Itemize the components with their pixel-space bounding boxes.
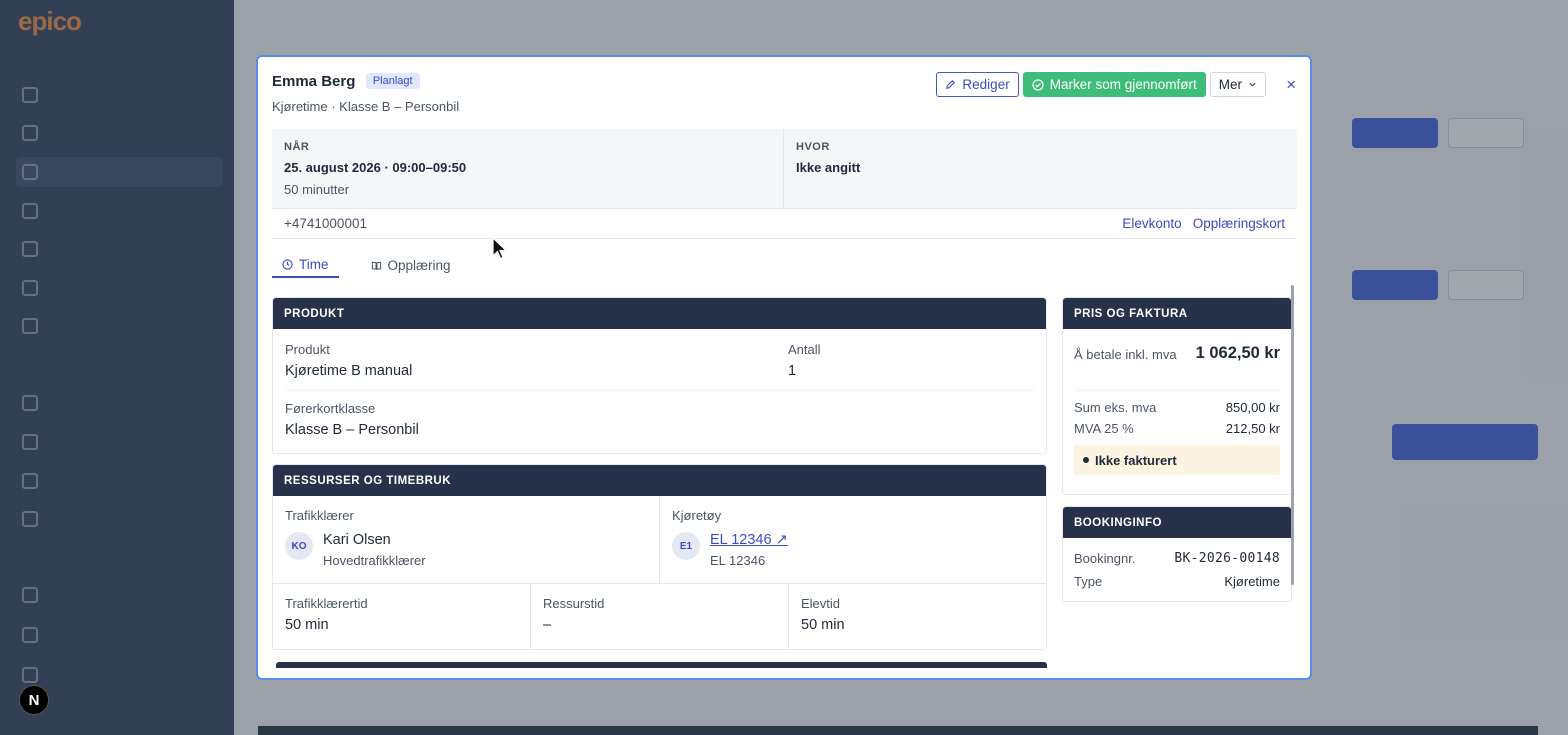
status-badge: Planlagt bbox=[365, 73, 420, 89]
instructor-name: Kari Olsen bbox=[323, 532, 391, 548]
student-account-link[interactable]: Elevkonto bbox=[1122, 216, 1181, 231]
license-class-label: Førerkortklasse bbox=[285, 401, 376, 416]
vehicle-label: Kjøretøy bbox=[672, 508, 722, 523]
resource-time-cell: Ressurstid – bbox=[531, 584, 789, 650]
total-value: 1 062,50 kr bbox=[1195, 344, 1280, 362]
status-dot-icon bbox=[1083, 457, 1089, 463]
divider bbox=[285, 390, 1035, 391]
booking-info-panel-header: BOOKINGINFO bbox=[1063, 507, 1291, 538]
avatar: KO bbox=[285, 532, 313, 560]
booking-info-summary: NÅR 25. august 2026 · 09:00–09:50 50 min… bbox=[272, 129, 1297, 239]
student-time-cell: Elevtid 50 min bbox=[789, 584, 1047, 650]
vehicle-section: Kjøretøy E1 EL 12346 ↗ EL 12346 bbox=[660, 496, 1047, 584]
duration-value: 50 minutter bbox=[284, 182, 350, 197]
license-class-field: Førerkortklasse Klasse B – Personbil bbox=[285, 401, 419, 438]
instructor-row: KO Kari Olsen Hovedtrafikklærer bbox=[285, 532, 647, 568]
instructor-details: Kari Olsen Hovedtrafikklærer bbox=[323, 532, 426, 568]
phone-number: +4741000001 bbox=[284, 216, 367, 231]
modal-actions: Rediger Marker som gjennomført Mer bbox=[936, 72, 1266, 97]
clock-icon bbox=[282, 258, 293, 270]
mark-complete-label: Marker som gjennomført bbox=[1049, 77, 1197, 92]
modal-tabs: Time Opplæring bbox=[272, 252, 461, 278]
more-label: Mer bbox=[1218, 77, 1242, 92]
when-label: NÅR bbox=[284, 141, 310, 153]
vat-label: MVA 25 % bbox=[1074, 421, 1134, 436]
instructor-label: Trafikklærer bbox=[285, 508, 354, 523]
student-time-value: 50 min bbox=[801, 617, 845, 633]
tab-training-label: Opplæring bbox=[387, 257, 451, 273]
price-panel: PRIS OG FAKTURA Å betale inkl. mva 1 062… bbox=[1062, 297, 1292, 495]
instructor-role: Hovedtrafikklærer bbox=[323, 553, 426, 568]
tab-training[interactable]: Opplæring bbox=[361, 252, 461, 278]
student-name: Emma Berg bbox=[272, 73, 356, 90]
quantity-label: Antall bbox=[788, 342, 821, 357]
vehicle-row: E1 EL 12346 ↗ EL 12346 bbox=[672, 532, 1035, 568]
where-value: Ikke angitt bbox=[796, 160, 861, 175]
product-panel-header: PRODUKT bbox=[273, 298, 1046, 329]
pencil-icon bbox=[946, 80, 956, 89]
resource-time-value: – bbox=[543, 617, 552, 633]
edit-button[interactable]: Rediger bbox=[936, 72, 1019, 97]
more-dropdown[interactable]: Mer bbox=[1209, 72, 1266, 97]
modal-scrollbar[interactable] bbox=[1291, 285, 1294, 585]
tab-time[interactable]: Time bbox=[272, 252, 339, 278]
vehicle-details: EL 12346 ↗ EL 12346 bbox=[710, 532, 788, 568]
tab-time-label: Time bbox=[299, 256, 329, 272]
lesson-subtitle: Kjøretime · Klasse B – Personbil bbox=[272, 99, 460, 114]
vat-value: 212,50 kr bbox=[1225, 421, 1280, 436]
product-label: Produkt bbox=[285, 342, 330, 357]
mark-complete-button[interactable]: Marker som gjennomført bbox=[1022, 72, 1206, 97]
quantity-field: Antall 1 bbox=[788, 342, 821, 379]
booking-modal: Emma Berg Planlagt Kjøretime · Klasse B … bbox=[256, 55, 1312, 680]
where-section: HVOR Ikke angitt bbox=[784, 129, 1297, 208]
instructor-time-cell: Trafikklærertid 50 min bbox=[273, 584, 531, 650]
license-class-value: Klasse B – Personbil bbox=[285, 422, 419, 438]
check-circle-icon bbox=[1032, 78, 1044, 91]
product-value: Kjøretime B manual bbox=[285, 363, 413, 379]
total-label: Å betale inkl. mva bbox=[1074, 347, 1177, 362]
product-field: Produkt Kjøretime B manual bbox=[285, 342, 412, 379]
when-section: NÅR 25. august 2026 · 09:00–09:50 50 min… bbox=[272, 129, 784, 208]
resource-time-label: Ressurstid bbox=[543, 596, 605, 611]
instructor-time-value: 50 min bbox=[285, 617, 329, 633]
next-panel-header bbox=[276, 662, 1047, 668]
mouse-cursor-icon bbox=[492, 237, 508, 260]
price-panel-header: PRIS OG FAKTURA bbox=[1063, 298, 1291, 329]
invoice-status-badge: Ikke fakturert bbox=[1074, 445, 1280, 475]
sum-ex-vat-label: Sum eks. mva bbox=[1074, 400, 1157, 415]
invoice-status-label: Ikke fakturert bbox=[1095, 452, 1177, 468]
resources-panel: RESSURSER OG TIMEBRUK Trafikklærer KO Ka… bbox=[272, 464, 1047, 650]
launcher-button[interactable]: N bbox=[19, 685, 49, 715]
where-label: HVOR bbox=[796, 141, 830, 153]
training-card-link[interactable]: Opplæringskort bbox=[1193, 216, 1285, 231]
booking-number-value: BK-2026-00148 bbox=[1174, 551, 1280, 566]
quantity-value: 1 bbox=[788, 363, 797, 379]
booking-info-panel: BOOKINGINFO Bookingnr. BK-2026-00148 Typ… bbox=[1062, 506, 1292, 602]
student-time-label: Elevtid bbox=[801, 596, 841, 611]
edit-label: Rediger bbox=[962, 77, 1010, 92]
modal-header: Emma Berg Planlagt Kjøretime · Klasse B … bbox=[272, 73, 459, 114]
vehicle-avatar: E1 bbox=[672, 532, 700, 560]
when-value: 25. august 2026 · 09:00–09:50 bbox=[284, 160, 467, 175]
instructor-time-label: Trafikklærertid bbox=[285, 596, 368, 611]
vehicle-registration: EL 12346 bbox=[710, 553, 766, 568]
booking-type-label: Type bbox=[1074, 574, 1103, 589]
contact-links: Elevkonto Opplæringskort bbox=[1122, 216, 1285, 231]
vehicle-link[interactable]: EL 12346 ↗ bbox=[710, 532, 788, 548]
book-icon bbox=[371, 261, 381, 270]
contact-row: +4741000001 Elevkonto Opplæringskort bbox=[272, 208, 1297, 239]
instructor-section: Trafikklærer KO Kari Olsen Hovedtrafikkl… bbox=[273, 496, 660, 584]
resources-panel-header: RESSURSER OG TIMEBRUK bbox=[273, 465, 1046, 496]
close-icon[interactable]: × bbox=[1286, 75, 1296, 95]
sum-ex-vat-value: 850,00 kr bbox=[1225, 400, 1280, 415]
booking-type-value: Kjøretime bbox=[1224, 574, 1280, 589]
booking-number-label: Bookingnr. bbox=[1074, 551, 1136, 566]
product-panel: PRODUKT Produkt Kjøretime B manual Antal… bbox=[272, 297, 1047, 454]
divider bbox=[1074, 390, 1280, 391]
chevron-down-icon bbox=[1249, 82, 1256, 87]
